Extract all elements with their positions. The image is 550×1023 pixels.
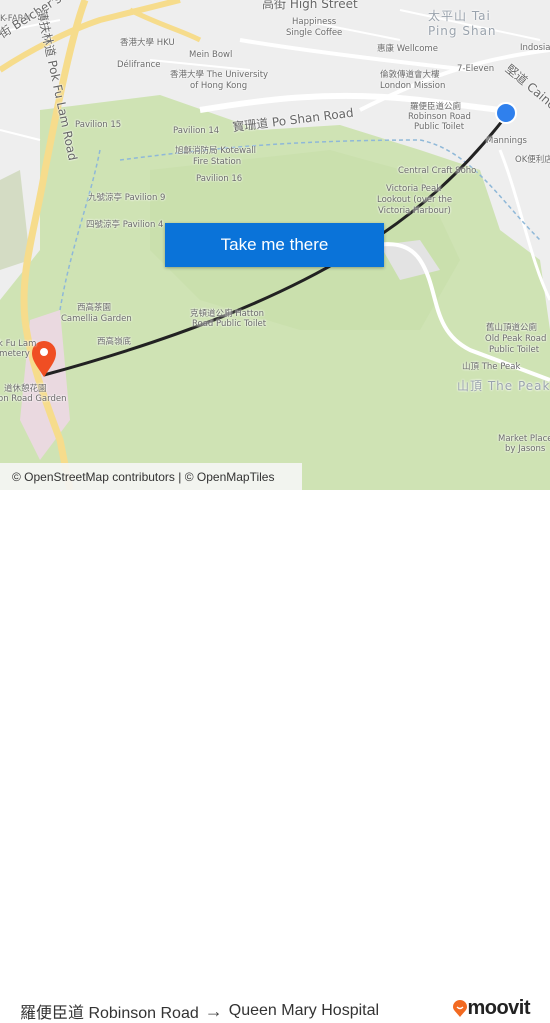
map-label: 倫敦傳道會大樓 <box>380 70 440 80</box>
map-label: Public Toilet <box>489 345 540 355</box>
map-label: OK便利店 <box>515 155 550 165</box>
map-label: 西高嶺底 <box>97 337 132 347</box>
origin-name: 羅便臣道 Robinson Road <box>20 1005 199 1022</box>
district-label: Ping Shan <box>428 24 497 38</box>
map-label: Mannings <box>486 136 527 146</box>
map-label: Mein Bowl <box>189 50 233 60</box>
map-label: Single Coffee <box>286 28 343 38</box>
map-label: Victoria Harbour) <box>378 206 451 216</box>
street-label: 高街 High Street <box>262 0 358 11</box>
map-label: 惠康 Wellcome <box>377 44 438 54</box>
map-label: by Jasons <box>505 444 546 454</box>
map-label: 道休憩花園 <box>4 384 47 394</box>
map-label: Pavilion 15 <box>75 120 122 130</box>
map-label: Victoria Peak <box>386 184 442 194</box>
map-label: Public Toilet <box>414 122 465 132</box>
map-label: London Mission <box>380 81 446 91</box>
route-title: 羅便臣道 Robinson Road → Queen Mary Hospital <box>20 999 379 1023</box>
moovit-wordmark: moovit <box>467 997 530 1019</box>
map-label: 克頓道公廁 Hatton <box>190 309 265 319</box>
map-label: of Hong Kong <box>190 81 248 91</box>
moovit-pin-icon <box>453 999 468 1017</box>
moovit-logo[interactable]: moovit <box>453 997 530 1020</box>
map-label: Market Place <box>498 434 550 444</box>
map-label: Old Peak Road <box>485 334 547 344</box>
map-label: 旭龢消防局 Kotewall <box>175 146 256 156</box>
map-label: Road Public Toilet <box>192 319 267 329</box>
map-label: on Road Garden <box>0 394 67 404</box>
district-label: 山頂 The Peak <box>457 379 550 393</box>
map-label: Pavilion 16 <box>196 174 243 184</box>
map-label: Happiness <box>292 17 337 27</box>
map-label: 西高茶園 <box>77 303 112 313</box>
map-label: 九號涼亭 Pavilion 9 <box>88 193 166 203</box>
map[interactable]: K-FARM 街 Belcher's Stre 薄扶林道 Pok Fu Lam … <box>0 0 550 490</box>
map-label: Camellia Garden <box>61 314 132 324</box>
take-me-there-button[interactable]: Take me there <box>165 223 384 267</box>
map-label: 山頂 The Peak <box>462 362 521 372</box>
origin-marker <box>495 102 517 124</box>
map-label: Délifrance <box>117 60 161 70</box>
map-label: 羅便臣道公廁 <box>410 102 462 112</box>
map-label: Pok Fu Lam <box>0 339 37 349</box>
map-label: 香港大學 The University <box>170 70 269 80</box>
map-attribution[interactable]: © OpenStreetMap contributors | © OpenMap… <box>0 463 302 490</box>
map-label: Lookout (over the <box>377 195 453 205</box>
map-label: 四號涼亭 Pavilion 4 <box>86 220 164 230</box>
destination-name: Queen Mary Hospital <box>228 1002 380 1019</box>
map-label: Pavilion 14 <box>173 126 220 136</box>
map-label: 香港大學 HKU <box>120 38 175 48</box>
map-label: 舊山頂道公廁 <box>486 323 538 333</box>
map-label: Robinson Road <box>408 112 471 122</box>
district-label: 太平山 Tai <box>428 9 491 23</box>
footer: 羅便臣道 Robinson Road → Queen Mary Hospital… <box>0 490 550 1022</box>
map-label: Central Craft Soho <box>398 166 477 176</box>
map-label: 7-Eleven <box>457 64 495 74</box>
map-label: Indosia <box>520 43 550 53</box>
arrow-right-icon: → <box>204 1000 223 1021</box>
map-label: Cemetery <box>0 349 30 359</box>
map-label: Fire Station <box>193 157 242 167</box>
